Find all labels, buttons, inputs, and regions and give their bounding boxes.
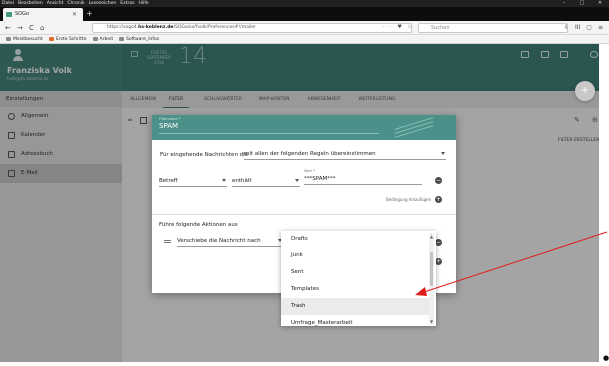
arrow-head (415, 287, 427, 296)
arrow-line (420, 231, 608, 294)
annotation-arrow (415, 231, 608, 296)
